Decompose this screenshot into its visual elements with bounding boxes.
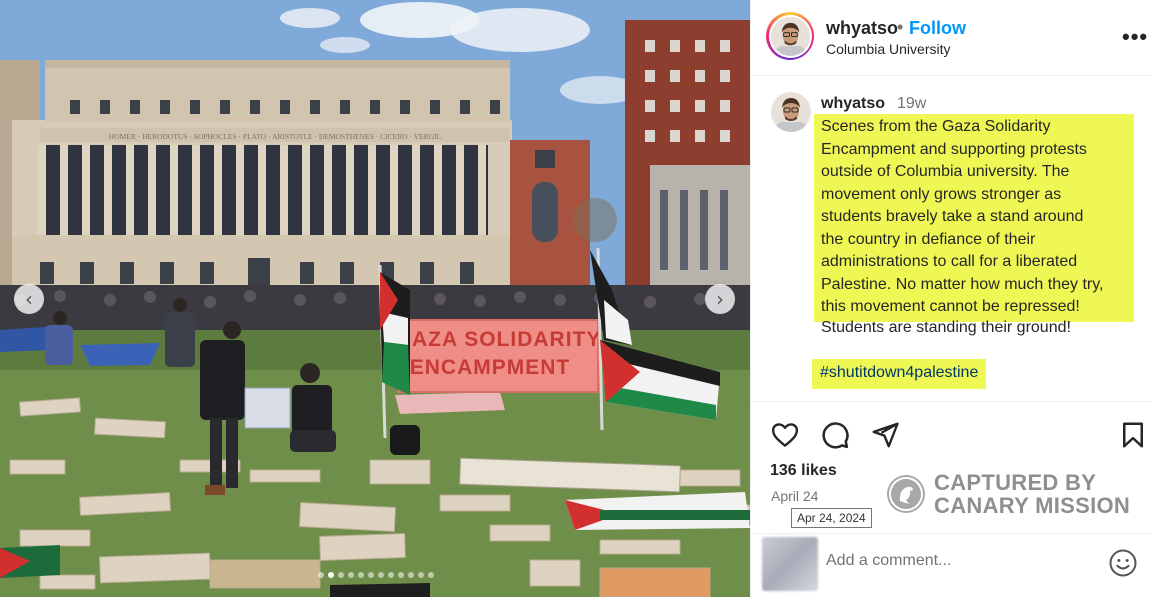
post-date[interactable]: April 24 [771,488,818,504]
comment-button[interactable] [819,420,851,450]
chevron-right-icon: › [716,287,724,311]
blurred-user-avatar [762,537,818,591]
chevron-left-icon: ‹ [25,287,33,311]
more-options-icon[interactable]: ••• [1122,24,1148,50]
carousel-dot [388,572,394,578]
emoji-button[interactable] [1108,548,1138,578]
carousel-dot [418,572,424,578]
caption-username[interactable]: whyatso [821,95,885,113]
comment-composer [751,533,1152,597]
carousel-dot [378,572,384,578]
caption-avatar[interactable] [771,92,811,132]
caption-line: students bravely take a stand around [821,208,1084,225]
avatar [770,16,810,56]
instagram-post-view: HOMER · HERODOTUS · SOPHOCLES · PLATO · … [0,0,1152,597]
carousel-dot [398,572,404,578]
carousel-dot [358,572,364,578]
post-time-ago[interactable]: 19w [897,95,926,113]
location-link[interactable]: Columbia University [826,41,950,57]
story-ring-avatar[interactable] [766,12,814,60]
caption-line: the country in defiance of their [821,230,1036,248]
carousel-dot [408,572,414,578]
like-button[interactable] [769,420,801,450]
bookmark-icon [1123,422,1143,448]
caption-line: outside of Columbia university. The [821,163,1070,180]
caption-line: movement only grows stronger as [821,185,1062,203]
comment-input[interactable] [826,552,1096,570]
header-username[interactable]: whyatso [826,18,898,39]
save-button[interactable] [1117,420,1149,450]
carousel-next-button[interactable]: › [705,284,735,314]
caption-line: Palestine. No matter how much they try, [821,275,1104,293]
post-sidebar: whyatso • Follow Columbia University •••… [750,0,1152,597]
banner-line-1: GAZA SOLIDARITY [395,328,602,351]
share-button[interactable] [869,420,901,450]
heart-icon [771,423,799,447]
watermark-line-2: CANARY MISSION [934,493,1131,518]
carousel-dots [318,572,434,578]
carousel-dot [318,572,324,578]
carousel-dot [428,572,434,578]
avatar-portrait-icon [771,92,811,132]
action-bar [751,412,1152,458]
frieze-text: HOMER · HERODOTUS · SOPHOCLES · PLATO · … [109,132,442,141]
carousel-dot [328,572,334,578]
banner-line-2: ENCAMPMENT [410,356,571,379]
caption-line: Encampment and supporting protests [821,140,1087,158]
caption-line: Scenes from the Gaza Solidarity [821,118,1051,135]
likes-count[interactable]: 136 likes [770,462,837,480]
avatar-portrait-icon [770,16,810,56]
follow-button[interactable]: Follow [909,18,966,39]
date-tooltip: Apr 24, 2024 [791,508,872,528]
paper-plane-icon [872,422,899,448]
caption-tail-text: Students are standing their ground! [821,319,1071,336]
carousel-dot [368,572,374,578]
protest-encampment-photo: HOMER · HERODOTUS · SOPHOCLES · PLATO · … [0,0,750,597]
carousel-dot [338,572,344,578]
caption-text-highlighted: Scenes from the Gaza Solidarity Encampme… [814,114,1134,322]
post-caption-area: whyatso 19w Scenes from the Gaza Solidar… [751,77,1152,402]
caption-line: administrations to call for a liberated [821,253,1078,270]
carousel-prev-button[interactable]: ‹ [14,284,44,314]
carousel-dot [348,572,354,578]
canary-bird-icon [887,475,925,513]
post-header: whyatso • Follow Columbia University ••• [751,0,1152,76]
comment-bubble-icon [822,422,849,449]
caption-line: this movement cannot be repressed! [821,298,1080,315]
canary-mission-watermark: CAPTURED BY CANARY MISSION [887,470,1137,520]
header-separator: • [897,17,904,37]
post-photo[interactable]: HOMER · HERODOTUS · SOPHOCLES · PLATO · … [0,0,750,597]
smiley-icon [1109,549,1137,577]
hashtag-link[interactable]: #shutitdown4palestine [812,359,987,389]
